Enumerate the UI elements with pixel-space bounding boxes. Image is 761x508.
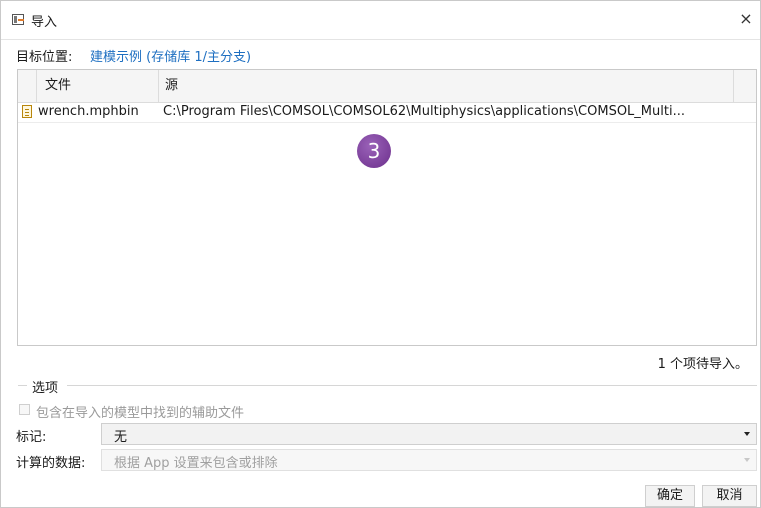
header-scroll-spacer (734, 70, 756, 102)
chevron-down-icon (744, 458, 750, 462)
close-icon[interactable]: × (736, 7, 756, 31)
row-source-path[interactable]: C:\Program Files\COMSOL\COMSOL62\Multiph… (163, 102, 733, 122)
import-icon (12, 14, 24, 25)
table-header: 文件 源 (18, 70, 756, 103)
pending-count-text: 1 个项待导入。 (657, 357, 748, 372)
ok-button[interactable]: 确定 (645, 485, 695, 507)
header-gutter (18, 70, 37, 102)
options-section-label: 选项 (28, 377, 63, 396)
import-dialog: 导入 × 目标位置: 建模示例 (存储库 1/主分支) 文件 源 wrench.… (0, 0, 761, 508)
tag-label: 标记: (16, 430, 47, 445)
table-row[interactable]: wrench.mphbin C:\Program Files\COMSOL\CO… (18, 102, 756, 122)
row-divider (18, 122, 756, 123)
tag-select-value: 无 (114, 430, 128, 445)
title-bar: 导入 × (1, 1, 760, 40)
tag-select[interactable]: 无 (101, 423, 757, 445)
target-location-label: 目标位置: (16, 50, 73, 65)
computed-data-select[interactable]: 根据 App 设置来包含或排除 (101, 449, 757, 471)
target-location-value[interactable]: 建模示例 (存储库 1/主分支) (90, 46, 251, 65)
import-files-table: 文件 源 wrench.mphbin C:\Program Files\COMS… (17, 69, 757, 346)
row-file-name[interactable]: wrench.mphbin (38, 102, 158, 122)
computed-data-label: 计算的数据: (16, 456, 86, 471)
dialog-title: 导入 (31, 15, 58, 30)
step-number-badge: 3 (357, 134, 391, 168)
include-aux-files-checkbox[interactable] (19, 404, 30, 415)
options-divider-left (18, 385, 27, 386)
options-divider-right (67, 385, 757, 386)
header-source[interactable]: 源 (159, 70, 734, 102)
cancel-button[interactable]: 取消 (702, 485, 757, 507)
include-aux-files-label: 包含在导入的模型中找到的辅助文件 (36, 406, 245, 421)
computed-data-select-value: 根据 App 设置来包含或排除 (114, 456, 278, 471)
header-file[interactable]: 文件 (37, 70, 159, 102)
chevron-down-icon (744, 432, 750, 436)
file-icon (22, 105, 32, 118)
